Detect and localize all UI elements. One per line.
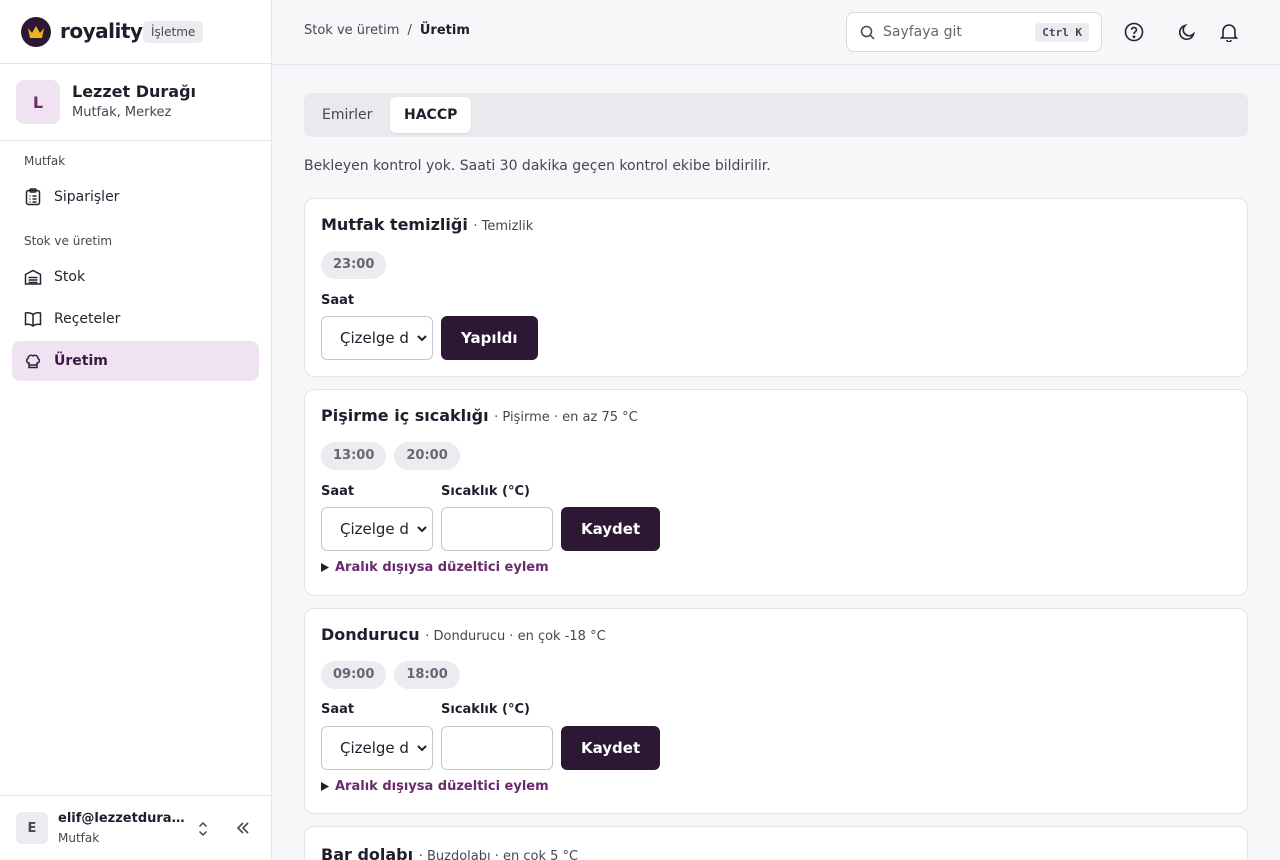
user-email: elif@lezzetduragi.com [58,811,186,826]
sidebar-item-receteler[interactable]: Reçeteler [12,299,259,339]
warehouse-icon [24,268,42,286]
collapse-sidebar-icon[interactable] [233,818,253,838]
breadcrumb-separator: / [407,23,412,38]
sidebar-item-label: Reçeteler [54,311,121,327]
time-chip: 18:00 [394,661,460,689]
sidebar-item-siparisler[interactable]: Siparişler [12,177,259,217]
check-name: Pişirme iç sıcaklığı [321,406,489,425]
time-chip: 23:00 [321,251,387,279]
nav-section-stok: Stok ve üretim [24,234,113,248]
notifications-bell-icon[interactable] [1218,21,1240,43]
check-name: Dondurucu [321,625,420,644]
plan-badge: İşletme [143,21,204,43]
keyboard-shortcut-badge: Ctrl K [1035,23,1089,42]
breadcrumb-parent-link[interactable]: Stok ve üretim [304,23,399,38]
card-title: Bar dolabı · Buzdolabı · en çok 5 °C [321,845,578,860]
corrective-action-label: Aralık dışıysa düzeltici eylem [335,560,549,575]
hour-select-value: Çizelge d [340,739,409,757]
hour-select-value: Çizelge d [340,520,409,538]
nav-section-mutfak: Mutfak [24,154,66,168]
sidebar-item-label: Stok [54,269,86,285]
check-meta: · Buzdolabı · en çok 5 °C [418,849,579,860]
card-title: Pişirme iç sıcaklığı · Pişirme · en az 7… [321,406,638,425]
save-button[interactable]: Kaydet [561,507,661,551]
time-chip: 09:00 [321,661,387,689]
hour-select[interactable]: Çizelge d [321,507,433,551]
dark-mode-moon-icon[interactable] [1176,21,1198,43]
chef-hat-icon [24,352,42,370]
org-avatar: L [16,80,60,124]
sidebar-item-label: Siparişler [54,189,120,205]
user-avatar: E [16,812,48,844]
temperature-label: Sıcaklık (°C) [441,702,530,717]
schedule-times: 09:00 18:00 [321,661,460,689]
disclosure-triangle-icon [321,563,329,572]
check-name: Bar dolabı [321,845,414,860]
sidebar-item-label: Üretim [54,353,108,369]
view-tabs: Emirler HACCP [304,93,1248,137]
schedule-times: 13:00 20:00 [321,442,460,470]
check-meta: · Temizlik [473,219,534,234]
time-chip: 20:00 [394,442,460,470]
tab-emirler[interactable]: Emirler [308,97,386,133]
pending-checks-notice: Bekleyen kontrol yok. Saati 30 dakika ge… [304,158,771,174]
brand-name[interactable]: royality [60,18,143,44]
user-role: Mutfak [58,831,100,845]
org-switcher[interactable]: L Lezzet Durağı Mutfak, Merkez [0,64,271,141]
save-button[interactable]: Kaydet [561,726,661,770]
brand-header: royality İşletme [0,0,271,64]
crown-logo-icon[interactable] [21,17,51,47]
hour-select[interactable]: Çizelge d [321,726,433,770]
hour-label: Saat [321,702,355,717]
card-title: Mutfak temizliği · Temizlik [321,215,533,234]
mark-done-button[interactable]: Yapıldı [441,316,538,360]
temperature-label: Sıcaklık (°C) [441,484,530,499]
corrective-action-toggle[interactable]: Aralık dışıysa düzeltici eylem [321,560,549,575]
hour-label: Saat [321,484,355,499]
check-meta: · Dondurucu · en çok -18 °C [425,629,606,644]
sidebar: royality İşletme L Lezzet Durağı Mutfak,… [0,0,272,860]
haccp-check-card: Pişirme iç sıcaklığı · Pişirme · en az 7… [304,389,1248,596]
corrective-action-label: Aralık dışıysa düzeltici eylem [335,779,549,794]
book-icon [24,310,42,328]
chevron-down-icon [416,742,428,754]
haccp-check-card: Mutfak temizliği · Temizlik 23:00 Saat Ç… [304,198,1248,377]
sidebar-item-stok[interactable]: Stok [12,257,259,297]
temperature-input[interactable] [441,726,553,770]
disclosure-triangle-icon [321,782,329,791]
hour-label: Saat [321,293,355,308]
time-chip: 13:00 [321,442,387,470]
search-placeholder: Sayfaya git [883,24,962,40]
user-menu[interactable]: E elif@lezzetduragi.com Mutfak [0,795,271,860]
help-icon[interactable] [1123,21,1145,43]
tab-haccp[interactable]: HACCP [390,97,472,133]
corrective-action-toggle[interactable]: Aralık dışıysa düzeltici eylem [321,779,549,794]
card-title: Dondurucu · Dondurucu · en çok -18 °C [321,625,606,644]
top-bar: Stok ve üretim / Üretim Sayfaya git Ctrl… [272,0,1280,65]
search-icon [860,25,875,40]
check-name: Mutfak temizliği [321,215,468,234]
haccp-check-card: Dondurucu · Dondurucu · en çok -18 °C 09… [304,608,1248,814]
sidebar-item-uretim[interactable]: Üretim [12,341,259,381]
hour-select-value: Çizelge d [340,329,409,347]
temperature-input[interactable] [441,507,553,551]
org-name: Lezzet Durağı [72,82,197,101]
schedule-times: 23:00 [321,251,387,279]
clipboard-icon [24,188,42,206]
breadcrumb: Stok ve üretim / Üretim [304,23,470,38]
org-subtitle: Mutfak, Merkez [72,105,172,120]
check-meta: · Pişirme · en az 75 °C [494,410,638,425]
hour-select[interactable]: Çizelge d [321,316,433,360]
breadcrumb-current: Üretim [419,23,470,38]
chevron-down-icon [416,332,428,344]
search-input[interactable]: Sayfaya git Ctrl K [846,12,1102,52]
haccp-check-card: Bar dolabı · Buzdolabı · en çok 5 °C [304,826,1248,860]
chevron-down-icon [416,523,428,535]
chevron-up-down-icon[interactable] [195,820,211,838]
